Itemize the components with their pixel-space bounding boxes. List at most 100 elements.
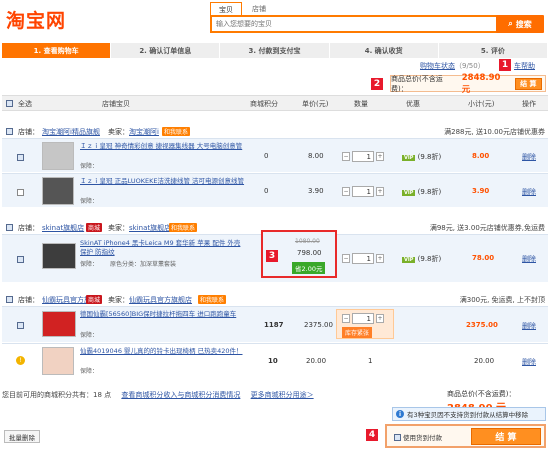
qty-decrease-button[interactable]: − [342, 314, 350, 323]
header-subtotal: 小计(元) [468, 100, 495, 108]
step-confirm-receipt: 4. 确认收货 [329, 43, 439, 58]
item-qty: 1 [368, 357, 373, 365]
item-title-link[interactable]: SkinAT iPhone4 黑卡Leica M9 套华新 苹果 配件 外壳保护… [80, 239, 245, 257]
item-thumbnail[interactable] [42, 177, 74, 205]
qty-increase-button[interactable]: + [376, 254, 384, 263]
shop-name-link[interactable]: 淘宝潮阿i精品旗舰 [42, 127, 100, 137]
step-review: 5. 评价 [438, 43, 549, 58]
cart-item: ! 仙霸4019046 婴儿真的的铃卡出现椅柄 已热卖420件！ 保障： 10 … [2, 343, 548, 377]
item-variant: 原色分类：加深草薰套装 [110, 261, 177, 268]
quantity-stepper[interactable]: − 1 + [342, 151, 384, 162]
shop-discount: 满288元, 送10.00元店铺优惠券 [444, 128, 545, 136]
qty-decrease-button[interactable]: − [342, 152, 350, 161]
seller-link[interactable]: skinat旗舰店 [129, 223, 171, 233]
delete-link[interactable]: 删除 [522, 357, 536, 367]
stock-warning: 库存紧张 [342, 327, 373, 338]
item-price: 798.00 [297, 249, 322, 257]
search-button[interactable]: ⌕ 搜索 [496, 15, 544, 33]
item-points: 10 [268, 357, 278, 365]
top-checkout-button[interactable]: 结 算 [514, 77, 542, 90]
item-checkbox[interactable] [17, 255, 24, 263]
cod-info-text: 有3种宝贝因不支持货到付款从结算中移除 [407, 411, 529, 419]
vip-note: (9.8折) [417, 255, 442, 263]
qty-increase-button[interactable]: + [376, 152, 384, 161]
qty-increase-button[interactable]: + [376, 187, 384, 196]
delete-link[interactable]: 删除 [522, 254, 536, 264]
vip-discount: VIP (9.8折) [402, 152, 441, 162]
item-price: 2375.00 [304, 321, 333, 329]
points-summary: 您目前可用的商城积分共有：18 点 [2, 391, 112, 399]
shop-checkbox[interactable] [6, 127, 13, 135]
delete-link[interactable]: 删除 [522, 187, 536, 197]
item-checkbox[interactable] [17, 321, 24, 329]
item-thumbnail[interactable] [42, 142, 74, 170]
select-all-checkbox[interactable] [6, 99, 13, 107]
cod-checkbox[interactable] [394, 433, 401, 441]
checkout-box: 使用货到付款 结 算 [385, 424, 546, 448]
mall-badge: 商城 [86, 295, 103, 304]
seller-label: 卖家： [108, 224, 129, 232]
seller-link[interactable]: 淘宝潮阿i [129, 127, 159, 137]
item-title-link[interactable]: Ｉｚｉ皇冠 正品LUOKEKE洁洗捷线管 洁可电源创意线管 [80, 177, 245, 186]
item-checkbox[interactable] [17, 153, 24, 161]
item-guarantee: 保障： [80, 368, 99, 375]
taobao-logo[interactable]: 淘宝网 [6, 6, 66, 33]
contact-seller-button[interactable]: 和我联系 [198, 295, 227, 304]
item-thumbnail[interactable] [42, 347, 74, 375]
item-checkbox[interactable] [17, 188, 24, 196]
qty-input[interactable]: 1 [352, 313, 374, 324]
item-subtotal: 3.90 [472, 187, 490, 195]
qty-input[interactable]: 1 [352, 151, 374, 162]
vip-badge: VIP [402, 155, 416, 161]
marker-2: 2 [371, 78, 383, 90]
contact-seller-button[interactable]: 和我联系 [169, 223, 198, 232]
cart-count: （9/50） [455, 62, 485, 70]
cod-label: 使用货到付款 [403, 434, 442, 442]
top-total-label: 商品总价(不含运费)： [391, 74, 443, 93]
shop-name-link[interactable]: skinat旗舰店 [42, 223, 84, 233]
checkout-button[interactable]: 结 算 [471, 428, 541, 445]
qty-decrease-button[interactable]: − [342, 254, 350, 263]
shop-discount: 满98元, 送3.00元店铺优惠券,免运费 [429, 224, 545, 232]
delete-link[interactable]: 删除 [522, 152, 536, 162]
qty-input[interactable]: 1 [352, 253, 374, 264]
qty-decrease-button[interactable]: − [342, 187, 350, 196]
marker-3: 3 [266, 250, 278, 262]
qty-input[interactable]: 1 [352, 186, 374, 197]
cod-info-bar: i 有3种宝贝因不支持货到付款从结算中移除 [392, 407, 546, 421]
cart-item: Ｉｚｉ皇冠 正品LUOKEKE洁洗捷线管 洁可电源创意线管 保障： 0 3.90… [2, 173, 548, 207]
cart-help-link[interactable]: 车帮助 [514, 61, 535, 71]
header-shop-item: 店铺宝贝 [102, 100, 130, 108]
mall-badge: 商城 [86, 223, 103, 232]
item-thumbnail[interactable] [42, 243, 76, 269]
item-guarantee: 保障： [80, 332, 99, 339]
quantity-stepper[interactable]: − 1 + [342, 313, 384, 324]
shop-row: 店铺： 淘宝潮阿i精品旗舰 卖家： 淘宝潮阿i 和我联系 满288元, 送10.… [2, 124, 548, 138]
top-summary: 商品总价(不含运费)： 2848.90 元 结 算 [390, 73, 546, 95]
item-title-link[interactable]: 仙霸4019046 婴儿真的的铃卡出现椅柄 已热卖420件！ [80, 347, 245, 356]
quantity-stepper[interactable]: − 1 + [342, 186, 384, 197]
seller-link[interactable]: 仙霸玩具官方旗舰店 [129, 295, 192, 305]
search-input[interactable] [210, 15, 498, 33]
header-discount: 优惠 [406, 100, 420, 108]
bottom-total-label: 商品总价(不含运费)： [447, 390, 516, 398]
cart-status-link[interactable]: 购物车状态 [420, 62, 455, 70]
item-points: 1187 [264, 321, 284, 329]
item-original-price: 1080.00 [295, 238, 320, 245]
item-title-link[interactable]: 德国仙霸[56560]BIG保时捷拉杆拖四车 进口跑跑童车 [80, 310, 245, 319]
vip-badge: VIP [402, 190, 416, 196]
cod-option[interactable]: 使用货到付款 [394, 432, 442, 442]
batch-delete-button[interactable]: 批量删除 [4, 430, 40, 443]
shop-checkbox[interactable] [6, 295, 13, 303]
item-thumbnail[interactable] [42, 311, 76, 337]
item-title-link[interactable]: Ｉｚｉ皇冠 神奇情彩创意 捷视器集线器 大号电脑创意管 [80, 142, 245, 151]
quantity-stepper[interactable]: − 1 + [342, 253, 384, 264]
qty-increase-button[interactable]: + [376, 314, 384, 323]
points-history-link[interactable]: 查看商城积分收入与商城积分消费情况 [121, 391, 240, 399]
contact-seller-button[interactable]: 和我联系 [162, 127, 191, 136]
cart-status: 购物车状态（9/50） [420, 61, 485, 71]
checkout-steps: 1. 查看购物车 2. 确认订单信息 3. 付款到支付宝 4. 确认收货 5. … [2, 43, 549, 58]
delete-link[interactable]: 删除 [522, 321, 536, 331]
shop-checkbox[interactable] [6, 223, 13, 231]
points-usage-link[interactable]: 更多商城积分用途＞ [251, 391, 314, 399]
